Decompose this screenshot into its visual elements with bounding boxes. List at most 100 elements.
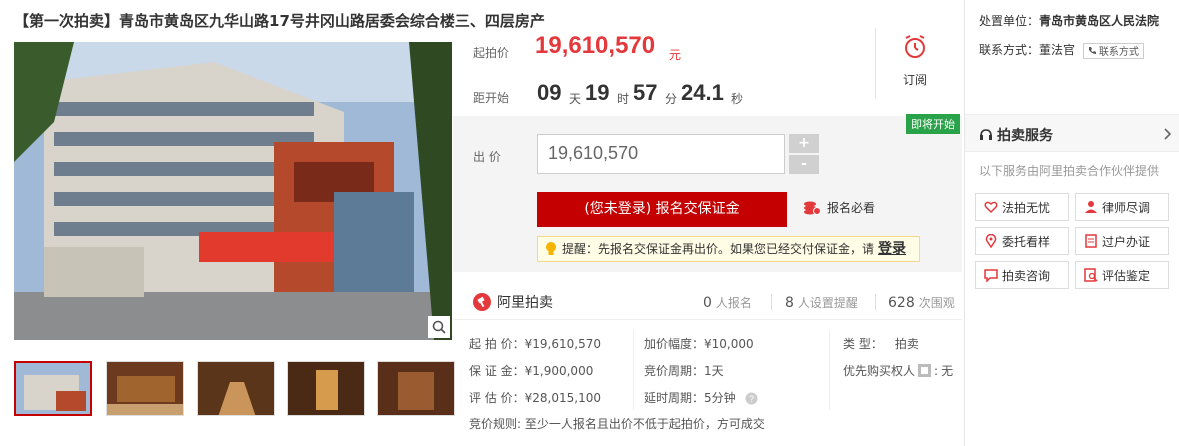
thumbnail-2[interactable] (106, 361, 184, 416)
reminder-label: 人设置提醒 (797, 296, 858, 310)
zoom-icon[interactable] (428, 316, 450, 338)
views-label: 次围观 (918, 296, 955, 310)
svg-text:?: ? (749, 394, 754, 404)
priority-separator: : (934, 363, 939, 378)
thumbnail-1[interactable] (14, 361, 92, 416)
detail-start-price: 起 拍 价：¥19,610,570 (469, 337, 601, 351)
service-label: 拍卖咨询 (1002, 268, 1051, 283)
coins-icon (804, 201, 821, 215)
service-label: 法拍无忧 (1002, 200, 1051, 215)
price-panel: 起拍价 19,610,570 元 距开始 09 天 19 时 57 分 24.1… (453, 18, 962, 116)
start-price-unit: 元 (669, 48, 682, 62)
auction-stats: 阿里拍卖 0 人报名 8 人设置提醒 628 次围观 (453, 284, 962, 320)
start-price-value: 19,610,570 (535, 32, 656, 59)
document-transfer-icon (1085, 234, 1097, 248)
auction-service-header[interactable]: 拍卖服务 (965, 114, 1179, 152)
service-transfer[interactable]: 过户办证 (1075, 227, 1169, 255)
detail-rule: 竞价规则: 至少一人报名且出价不低于起拍价，方可成交 (469, 417, 765, 431)
countdown-hours: 19 (585, 80, 610, 105)
alipai-hammer-icon (473, 293, 491, 311)
countdown-days-unit: 天 (569, 92, 582, 106)
service-label: 评估鉴定 (1102, 268, 1151, 283)
auction-details: 起 拍 价：¥19,610,570 保 证 金：¥1,900,000 评 估 价… (453, 324, 962, 446)
register-deposit-button[interactable]: (您未登录) 报名交保证金 (537, 192, 787, 227)
stat-divider (771, 294, 772, 310)
countdown-seconds: 24.1 (681, 80, 724, 105)
countdown-seconds-unit: 秒 (731, 92, 744, 106)
bid-amount-input[interactable]: 19,610,570 (537, 134, 785, 174)
detail-bid-cycle: 竞价周期：1天 (644, 364, 724, 378)
detail-priority: 优先购买权人 : 无 (843, 362, 953, 379)
service-title: 拍卖服务 (997, 128, 1053, 144)
increase-bid-button[interactable]: + (789, 134, 819, 153)
detail-appraisal: 评 估 价：¥28,015,100 (469, 391, 601, 405)
court-name: 青岛市黄岛区人民法院 (1039, 14, 1160, 28)
subscribe-button[interactable]: 订阅 (885, 34, 945, 88)
thumbnail-3[interactable] (197, 361, 275, 416)
detail-increment: 加价幅度：¥10,000 (644, 337, 754, 351)
contact-button[interactable]: 联系方式 (1082, 42, 1144, 59)
detail-deposit: 保 证 金：¥1,900,000 (469, 364, 594, 378)
login-link[interactable]: 登录 (878, 237, 906, 261)
service-label: 律师尽调 (1102, 200, 1151, 215)
lawyer-icon (1085, 201, 1097, 213)
detail-divider (633, 330, 634, 410)
magnifier-doc-icon (1084, 268, 1098, 282)
views-stat: 628 次围观 (888, 294, 955, 311)
location-pin-icon (985, 234, 997, 248)
service-subtitle: 以下服务由阿里拍卖合作伙伴提供 (979, 164, 1160, 178)
priority-label: 优先购买权人 (843, 364, 916, 378)
service-worry-free[interactable]: 法拍无忧 (975, 193, 1069, 221)
thumbnail-4[interactable] (287, 361, 365, 416)
bid-label: 出 价 (473, 150, 501, 164)
type-label: 类 型： (843, 337, 883, 351)
shield-heart-icon (984, 201, 998, 214)
phone-icon (1088, 47, 1096, 54)
detail-delay-cycle: 延时周期：5分钟 ? (644, 389, 758, 406)
lightbulb-icon (546, 242, 556, 255)
must-read-label: 报名必看 (827, 201, 876, 215)
main-property-photo (14, 42, 452, 340)
service-viewing[interactable]: 委托看样 (975, 227, 1069, 255)
service-appraisal[interactable]: 评估鉴定 (1075, 261, 1169, 289)
status-badge: 即将开始 (906, 114, 960, 134)
divider (875, 28, 876, 98)
registered-stat: 0 人报名 (703, 294, 752, 311)
chat-bubble-icon (984, 269, 998, 282)
info-badge-icon[interactable] (918, 364, 932, 377)
priority-value: 无 (941, 364, 954, 378)
court-info: 处置单位：青岛市黄岛区人民法院 联系方式：董法官 联系方式 (979, 12, 1159, 59)
reminder-count: 8 (785, 295, 794, 311)
views-count: 628 (888, 295, 915, 311)
reminder-text: 提醒：先报名交保证金再出价。如果您已经交付保证金，请 (562, 242, 875, 256)
thumbnail-5[interactable] (377, 361, 455, 416)
headset-icon (980, 129, 992, 140)
alipai-logo: 阿里拍卖 (473, 292, 553, 312)
stat-divider (875, 294, 876, 310)
service-consult[interactable]: 拍卖咨询 (975, 261, 1069, 289)
right-sidebar: 处置单位：青岛市黄岛区人民法院 联系方式：董法官 联系方式 拍卖服务 以下服务由… (964, 0, 1179, 446)
subscribe-label: 订阅 (902, 73, 927, 87)
brand-name: 阿里拍卖 (497, 295, 553, 311)
start-price-label: 起拍价 (473, 46, 510, 60)
detail-type: 类 型： 拍卖 (843, 335, 919, 352)
registered-count: 0 (703, 295, 712, 311)
chevron-right-icon (1164, 128, 1172, 140)
countdown-hours-unit: 时 (617, 92, 630, 106)
service-lawyer[interactable]: 律师尽调 (1075, 193, 1169, 221)
bid-panel: 即将开始 出 价 19,610,570 + - (您未登录) 报名交保证金 报名… (453, 114, 962, 272)
delay-cycle-text: 延时周期：5分钟 (644, 391, 736, 405)
reminder-stat: 8 人设置提醒 (785, 294, 858, 311)
service-label: 过户办证 (1102, 234, 1151, 249)
service-label: 委托看样 (1002, 234, 1051, 249)
countdown-label: 距开始 (473, 91, 510, 105)
court-label: 处置单位： (979, 14, 1040, 28)
must-read-link[interactable]: 报名必看 (803, 199, 875, 216)
contact-label: 联系方式：董法官 (979, 43, 1076, 57)
type-value: 拍卖 (894, 337, 919, 351)
help-icon[interactable]: ? (745, 392, 758, 405)
decrease-bid-button[interactable]: - (789, 155, 819, 174)
thumbnail-strip (14, 361, 455, 417)
alarm-clock-icon (905, 35, 925, 58)
registered-label: 人报名 (715, 296, 752, 310)
